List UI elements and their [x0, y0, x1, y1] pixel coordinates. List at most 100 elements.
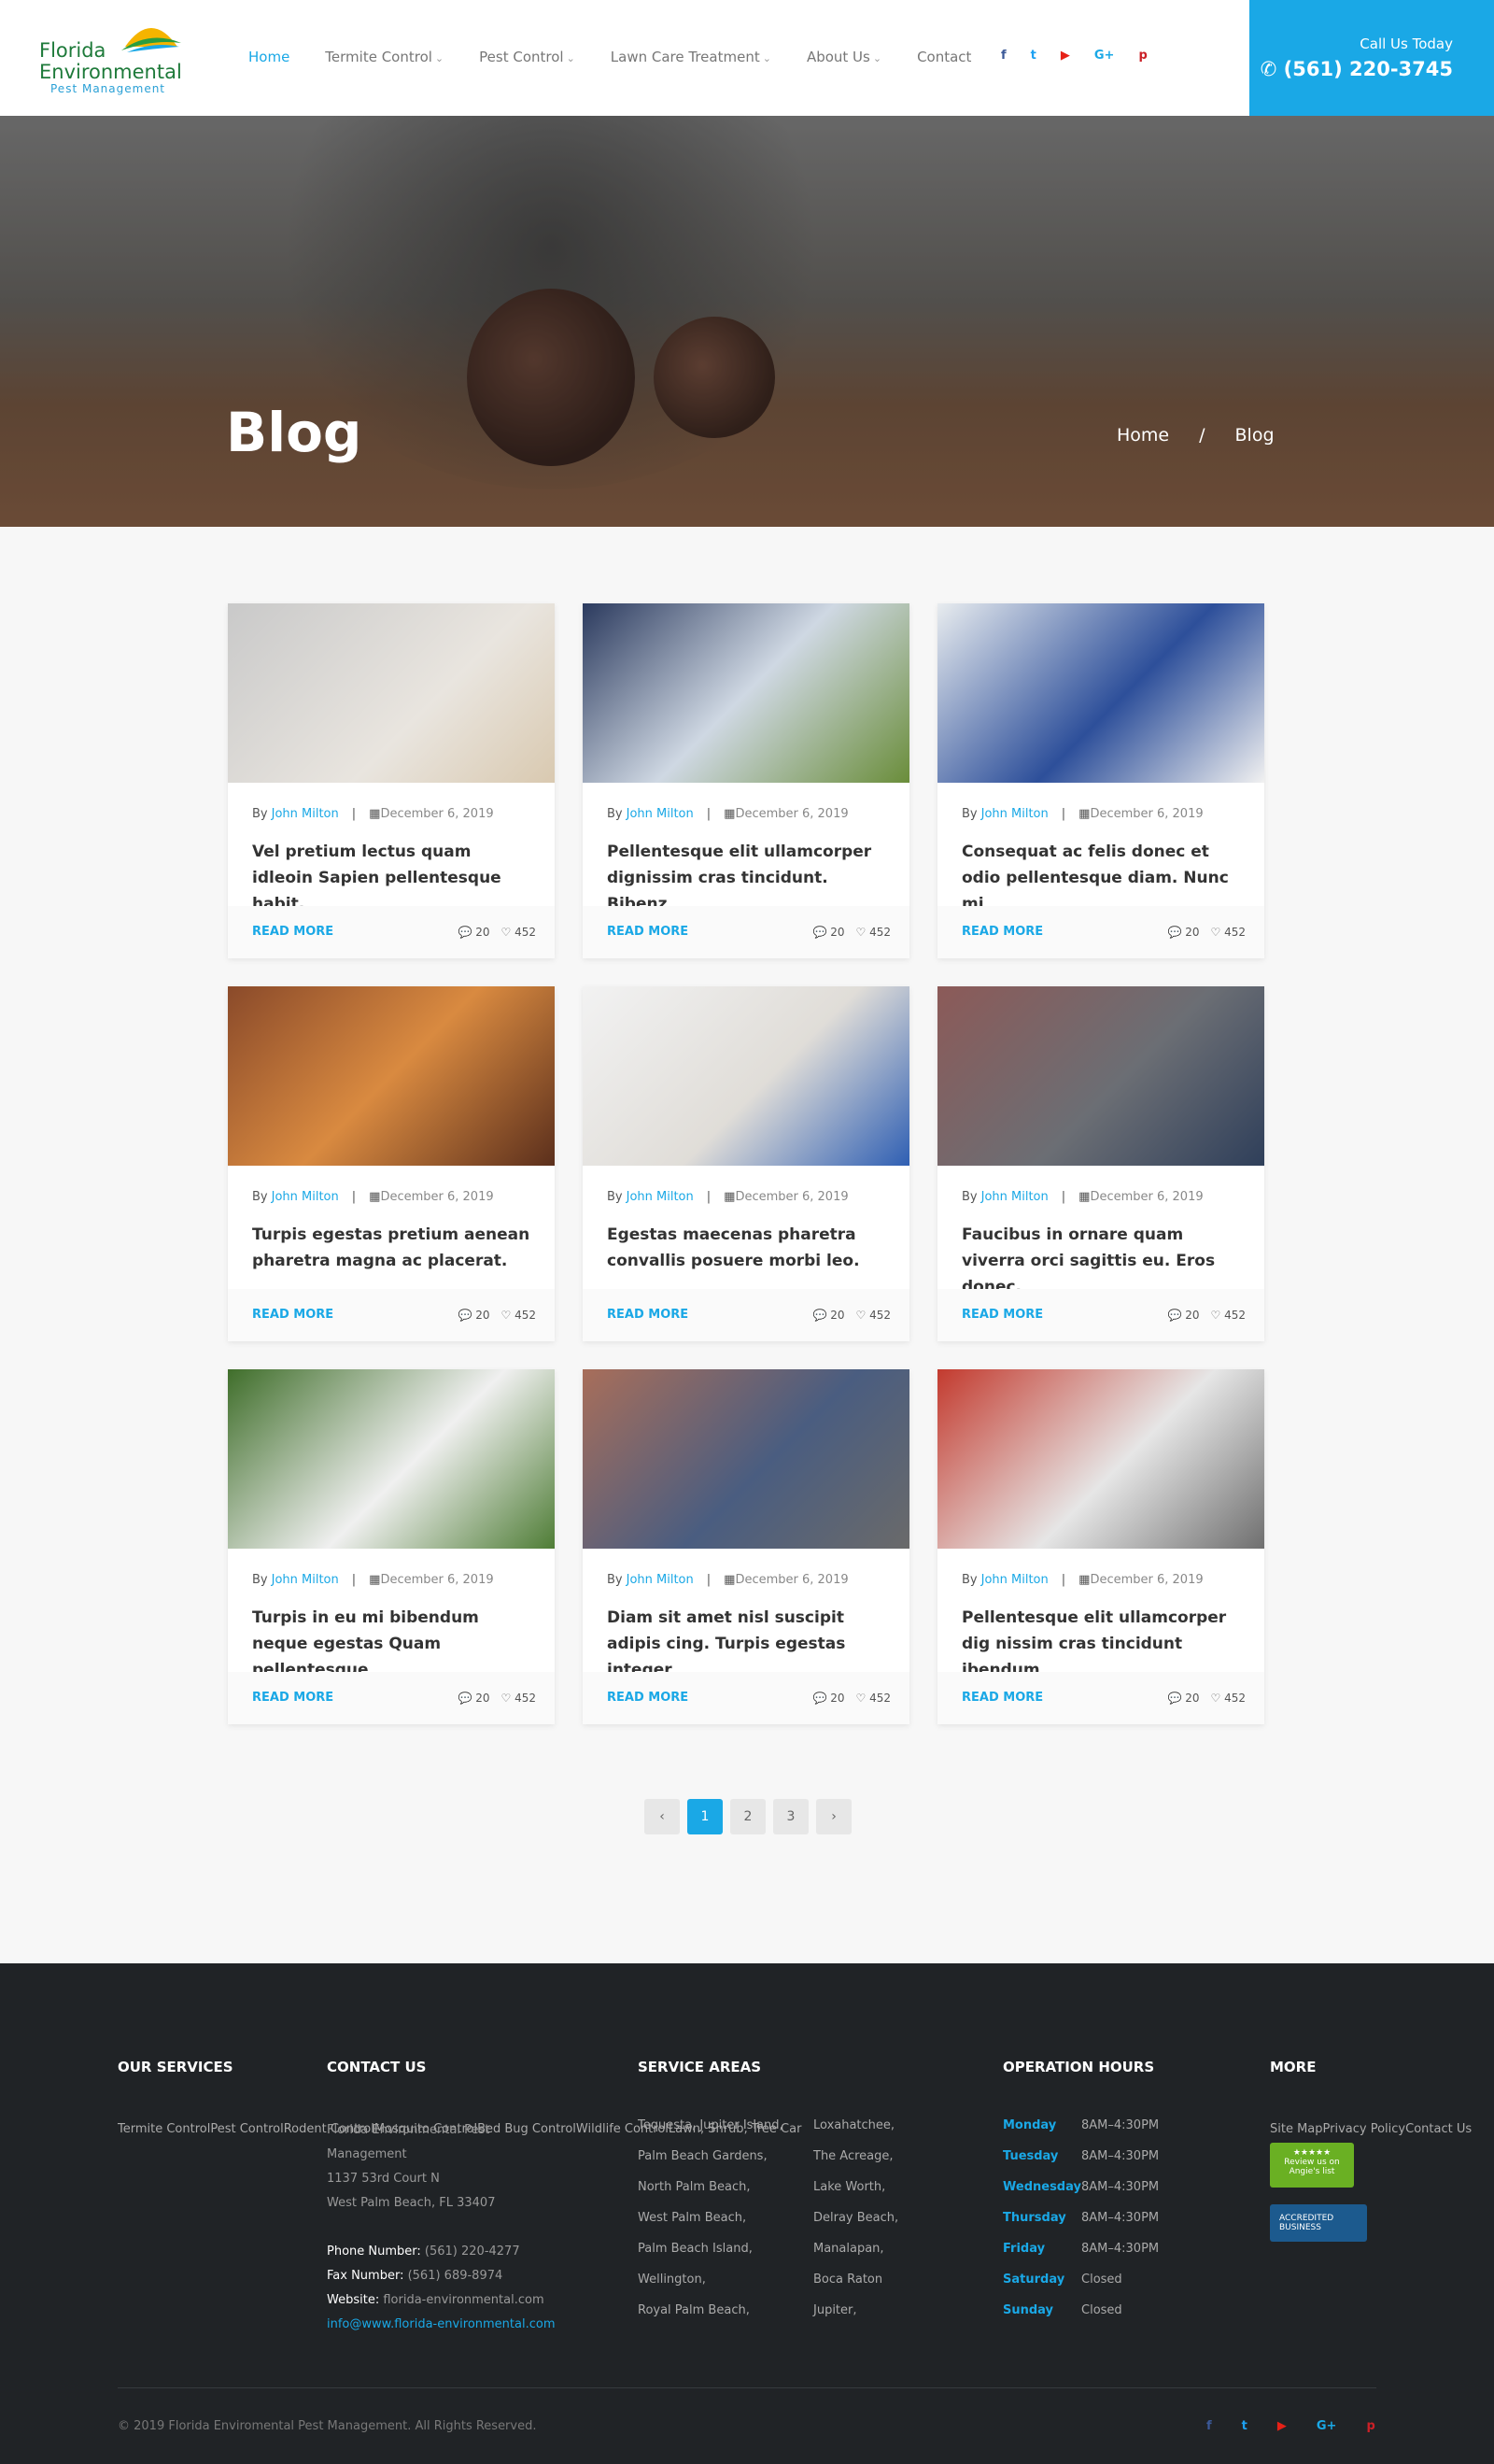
footer-web[interactable]: florida-environmental.com — [383, 2293, 543, 2307]
post-thumbnail[interactable] — [583, 986, 909, 1166]
read-more-link[interactable]: READ MORE — [607, 1308, 688, 1322]
post-author[interactable]: John Milton — [627, 1190, 694, 1204]
footer-more-link[interactable]: Site Map — [1270, 2122, 1323, 2136]
comments-value: 20 — [475, 1692, 490, 1705]
nav-item-label: About Us — [806, 49, 870, 65]
read-more-link[interactable]: READ MORE — [962, 1691, 1043, 1705]
google-plus-icon[interactable]: G+ — [1094, 49, 1115, 63]
comments-value: 20 — [830, 1692, 845, 1705]
comments-count[interactable]: 💬 20 — [458, 1692, 489, 1705]
likes-count[interactable]: ♡ 452 — [1211, 926, 1246, 939]
post-author[interactable]: John Milton — [272, 807, 339, 821]
read-more-link[interactable]: READ MORE — [252, 1691, 333, 1705]
footer-more-link[interactable]: Privacy Policy — [1323, 2122, 1406, 2136]
twitter-icon[interactable]: t — [1031, 49, 1036, 63]
read-more-link[interactable]: READ MORE — [962, 925, 1043, 939]
comments-count[interactable]: 💬 20 — [812, 926, 844, 939]
post-author[interactable]: John Milton — [981, 1573, 1049, 1587]
nav-item-about-us[interactable]: About Us ⌄ — [807, 49, 881, 65]
footer-area-item: West Palm Beach, — [638, 2211, 747, 2225]
youtube-icon[interactable]: ▶ — [1277, 2419, 1287, 2433]
post-thumbnail[interactable] — [583, 1369, 909, 1549]
facebook-icon[interactable]: f — [1206, 2419, 1212, 2433]
pagination-prev[interactable]: ‹ — [644, 1799, 680, 1834]
read-more-link[interactable]: READ MORE — [252, 925, 333, 939]
post-meta: By John Milton | ▦ December 6, 2019 — [252, 1190, 494, 1204]
comments-count[interactable]: 💬 20 — [458, 1309, 489, 1322]
bbb-badge[interactable]: ACCREDITED BUSINESS — [1270, 2204, 1367, 2242]
google-plus-icon[interactable]: G+ — [1317, 2419, 1337, 2433]
comments-count[interactable]: 💬 20 — [812, 1309, 844, 1322]
twitter-icon[interactable]: t — [1242, 2419, 1247, 2433]
footer-area-item: North Palm Beach, — [638, 2180, 751, 2194]
nav-item-lawn-care-treatment[interactable]: Lawn Care Treatment ⌄ — [611, 49, 771, 65]
comments-count[interactable]: 💬 20 — [1167, 1309, 1199, 1322]
likes-count[interactable]: ♡ 452 — [1211, 1692, 1246, 1705]
post-meta: By John Milton | ▦ December 6, 2019 — [962, 807, 1204, 821]
post-author[interactable]: John Milton — [272, 1573, 339, 1587]
nav-item-label: Pest Control — [479, 49, 564, 65]
comments-count[interactable]: 💬 20 — [1167, 1692, 1199, 1705]
meta-separator: | — [1061, 807, 1066, 821]
comments-count[interactable]: 💬 20 — [1167, 926, 1199, 939]
post-footer: READ MORE 💬 20 ♡ 452 — [228, 1672, 555, 1724]
likes-count[interactable]: ♡ 452 — [501, 926, 536, 939]
comments-count[interactable]: 💬 20 — [458, 926, 489, 939]
site-logo[interactable]: Florida Environmental Pest Management — [37, 19, 187, 97]
read-more-link[interactable]: READ MORE — [607, 925, 688, 939]
pinterest-icon[interactable]: p — [1138, 49, 1147, 63]
likes-count[interactable]: ♡ 452 — [856, 926, 891, 939]
likes-count[interactable]: ♡ 452 — [501, 1692, 536, 1705]
read-more-link[interactable]: READ MORE — [962, 1308, 1043, 1322]
read-more-link[interactable]: READ MORE — [252, 1308, 333, 1322]
post-author[interactable]: John Milton — [272, 1190, 339, 1204]
post-thumbnail[interactable] — [228, 1369, 555, 1549]
post-thumbnail[interactable] — [228, 603, 555, 783]
post-title[interactable]: Turpis egestas pretium aenean pharetra m… — [252, 1222, 532, 1274]
hours-time: 8AM–4:30PM — [1081, 2242, 1160, 2256]
post-author[interactable]: John Milton — [627, 807, 694, 821]
nav-item-home[interactable]: Home — [248, 49, 289, 65]
pagination-page[interactable]: 1 — [687, 1799, 723, 1834]
post-title[interactable]: Egestas maecenas pharetra convallis posu… — [607, 1222, 887, 1274]
post-date: December 6, 2019 — [1090, 807, 1204, 821]
footer-more-link[interactable]: Contact Us — [1405, 2122, 1472, 2136]
post-thumbnail[interactable] — [583, 603, 909, 783]
call-us-number[interactable]: ✆ (561) 220-3745 — [1261, 58, 1453, 80]
breadcrumb-home[interactable]: Home — [1117, 425, 1169, 446]
footer-service-link[interactable]: Pest Control — [210, 2122, 283, 2136]
post-card: By John Milton | ▦ December 6, 2019 Pellente… — [937, 1369, 1264, 1724]
pagination-next[interactable]: › — [816, 1799, 852, 1834]
post-thumbnail[interactable] — [937, 1369, 1264, 1549]
likes-count[interactable]: ♡ 452 — [1211, 1309, 1246, 1322]
comments-count[interactable]: 💬 20 — [812, 1692, 844, 1705]
call-us-box[interactable]: Call Us Today ✆ (561) 220-3745 — [1249, 0, 1494, 116]
logo-text-environmental: Environmental — [39, 61, 182, 83]
likes-count[interactable]: ♡ 452 — [856, 1309, 891, 1322]
pinterest-icon[interactable]: p — [1366, 2419, 1374, 2433]
likes-count[interactable]: ♡ 452 — [501, 1309, 536, 1322]
post-thumbnail[interactable] — [937, 603, 1264, 783]
facebook-icon[interactable]: f — [1001, 49, 1007, 63]
likes-count[interactable]: ♡ 452 — [856, 1692, 891, 1705]
pagination-page[interactable]: 3 — [773, 1799, 809, 1834]
comment-icon: 💬 — [458, 1309, 476, 1322]
footer-phone[interactable]: (561) 220-4277 — [425, 2245, 520, 2259]
post-author[interactable]: John Milton — [981, 807, 1049, 821]
footer-area-item: Loxahatchee, — [813, 2118, 895, 2132]
youtube-icon[interactable]: ▶ — [1061, 49, 1070, 63]
nav-item-contact[interactable]: Contact — [917, 49, 971, 65]
nav-item-termite-control[interactable]: Termite Control ⌄ — [325, 49, 444, 65]
breadcrumb-current: Blog — [1234, 425, 1275, 446]
pagination-page[interactable]: 2 — [730, 1799, 766, 1834]
footer-service-link[interactable]: Termite Control — [118, 2122, 210, 2136]
post-thumbnail[interactable] — [228, 986, 555, 1166]
read-more-link[interactable]: READ MORE — [607, 1691, 688, 1705]
post-thumbnail[interactable] — [937, 986, 1264, 1166]
hero-overlay — [0, 116, 1494, 527]
post-author[interactable]: John Milton — [627, 1573, 694, 1587]
post-author[interactable]: John Milton — [981, 1190, 1049, 1204]
angies-list-badge[interactable]: ★★★★★ Review us on Angie's list — [1270, 2143, 1354, 2188]
footer-email[interactable]: info@www.florida-environmental.com — [327, 2313, 570, 2337]
nav-item-pest-control[interactable]: Pest Control ⌄ — [479, 49, 575, 65]
